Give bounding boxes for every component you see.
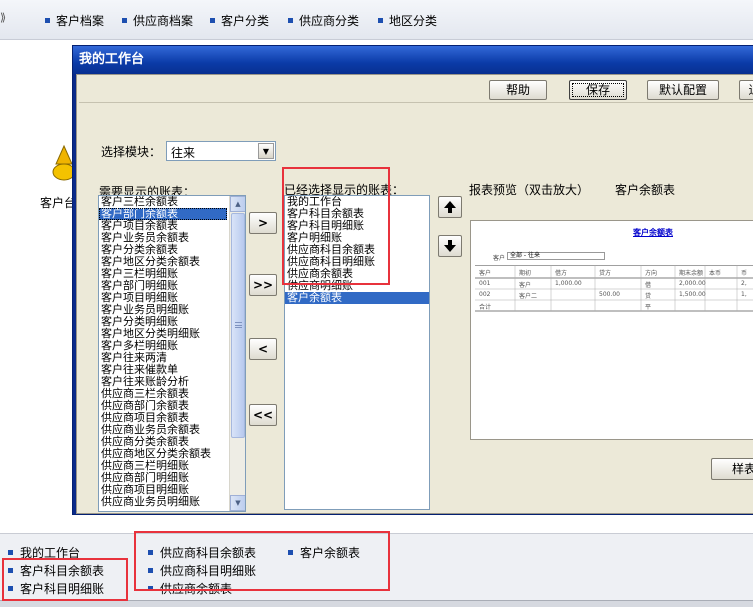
arrow-down-icon bbox=[444, 240, 456, 252]
bookmark-strip: 我的工作台 客户科目余额表 客户科目明细账 供应商科目余额表 供应商科目明细账 … bbox=[0, 533, 753, 607]
bookmark-supplier-subject-balance[interactable]: 供应商科目余额表 bbox=[148, 544, 256, 561]
preview-label: 报表预览（双击放大） bbox=[469, 183, 590, 197]
nav-customer-category[interactable]: 客户分类 bbox=[210, 12, 269, 29]
report-preview[interactable]: 客户余额表 客户 全部 - 往来 客户 期初 借方 贷方 方向 期末余额 本币 … bbox=[470, 220, 753, 440]
arrow-up-icon bbox=[444, 201, 456, 213]
desktop-icon-label: 客户台 bbox=[40, 196, 77, 210]
exit-button[interactable]: 退 bbox=[739, 80, 753, 100]
add-button[interactable]: > bbox=[249, 212, 277, 234]
nav-region-category[interactable]: 地区分类 bbox=[378, 12, 437, 29]
scroll-up-icon[interactable]: ▲ bbox=[230, 196, 245, 212]
preview-name: 客户余额表 bbox=[615, 183, 676, 197]
bookmark-workbench[interactable]: 我的工作台 bbox=[8, 544, 80, 561]
available-list-item[interactable]: 供应商业务员明细账 bbox=[99, 496, 227, 508]
remove-all-button[interactable]: << bbox=[249, 404, 277, 426]
preview-table-cell: 借 bbox=[645, 282, 652, 289]
help-button[interactable]: 帮助 bbox=[489, 80, 547, 100]
scroll-down-icon[interactable]: ▼ bbox=[230, 495, 245, 511]
preview-header-cell: 币 bbox=[741, 270, 748, 277]
preview-table-cell: 002 bbox=[479, 291, 491, 298]
scroll-thumb[interactable] bbox=[231, 213, 245, 438]
preview-table-cell: 客户 bbox=[519, 282, 532, 289]
selected-reports-list[interactable]: 我的工作台 客户科目余额表 客户科目明细账 客户明细账 供应商科目余额表 供应商科目明细账… bbox=[284, 195, 430, 510]
bullet-icon bbox=[122, 18, 127, 23]
bullet-icon bbox=[8, 568, 13, 573]
top-nav-bar: ⟫ 客户档案 供应商档案 客户分类 供应商分类 地区分类 bbox=[0, 0, 753, 40]
preview-header-cell: 本币 bbox=[709, 270, 722, 277]
scroll-left-icon[interactable]: ⟫ bbox=[0, 11, 6, 24]
preview-table-cell: 1,500.00 bbox=[679, 291, 706, 298]
nav-supplier-category[interactable]: 供应商分类 bbox=[288, 12, 359, 29]
preview-table-cell: 500.00 bbox=[599, 291, 620, 298]
bullet-icon bbox=[45, 18, 50, 23]
preview-table-cell: 贷 bbox=[645, 293, 652, 300]
workbench-dialog: 我的工作台 帮助 保存 默认配置 退 选择模块： 往来 ▼ 需要显示的账表： 已… bbox=[72, 45, 753, 515]
nav-supplier-archive[interactable]: 供应商档案 bbox=[122, 12, 193, 29]
available-list-scrollbar[interactable]: ▲ ▼ bbox=[229, 196, 245, 511]
bullet-icon bbox=[210, 18, 215, 23]
selected-list-item[interactable]: 客户余额表 bbox=[285, 292, 429, 304]
preview-table: 客户 期初 借方 贷方 方向 期末余额 本币 币 001 客户 1,000.00 借 2,000.00 2… bbox=[475, 265, 753, 317]
grip-icon bbox=[235, 322, 242, 328]
preview-table-cell: 001 bbox=[479, 280, 491, 287]
nav-customer-archive[interactable]: 客户档案 bbox=[45, 12, 104, 29]
preview-filter-label: 客户 bbox=[493, 255, 506, 262]
bullet-icon bbox=[148, 550, 153, 555]
preview-filter-value: 全部 - 往来 bbox=[507, 252, 605, 260]
preview-header-cell: 方向 bbox=[645, 270, 658, 277]
dialog-title: 我的工作台 bbox=[73, 46, 753, 74]
bookmark-supplier-subject-detail[interactable]: 供应商科目明细账 bbox=[148, 562, 256, 579]
preview-header-cell: 期初 bbox=[519, 270, 532, 277]
preview-header-cell: 期末余额 bbox=[679, 270, 704, 277]
remove-button[interactable]: < bbox=[249, 338, 277, 360]
move-up-button[interactable] bbox=[438, 196, 462, 218]
preview-table-cell: 2,000.00 bbox=[679, 280, 706, 287]
module-label: 选择模块： bbox=[101, 145, 162, 159]
preview-header-cell: 借方 bbox=[555, 270, 568, 277]
bullet-icon bbox=[148, 586, 153, 591]
bookmark-customer-balance[interactable]: 客户余额表 bbox=[288, 544, 360, 561]
bullet-icon bbox=[378, 18, 383, 23]
chevron-down-icon[interactable]: ▼ bbox=[258, 143, 274, 159]
bookmark-customer-subject-balance[interactable]: 客户科目余额表 bbox=[8, 562, 104, 579]
preview-table-cell: 1,000.00 bbox=[555, 280, 582, 287]
preview-table-cell: 2, bbox=[741, 280, 747, 287]
bookmark-supplier-balance[interactable]: 供应商余额表 bbox=[148, 580, 232, 597]
add-all-button[interactable]: >> bbox=[249, 274, 277, 296]
default-config-button[interactable]: 默认配置 bbox=[647, 80, 719, 100]
preview-table-cell: 合计 bbox=[479, 304, 492, 311]
bookmark-customer-subject-detail[interactable]: 客户科目明细账 bbox=[8, 580, 104, 597]
preview-table-cell: 客户二 bbox=[519, 293, 538, 300]
module-select-value: 往来 bbox=[171, 146, 196, 160]
bullet-icon bbox=[148, 568, 153, 573]
dialog-toolbar: 帮助 保存 默认配置 退 bbox=[79, 77, 753, 103]
bullet-icon bbox=[8, 550, 13, 555]
bullet-icon bbox=[8, 586, 13, 591]
preview-table-cell: 平 bbox=[645, 304, 652, 311]
move-down-button[interactable] bbox=[438, 235, 462, 257]
preview-header-cell: 客户 bbox=[479, 270, 492, 277]
preview-report-title: 客户余额表 bbox=[633, 228, 673, 237]
module-select[interactable]: 往来 ▼ bbox=[166, 141, 276, 161]
sample-button[interactable]: 样表 bbox=[711, 458, 753, 480]
available-reports-list[interactable]: 客户三栏余额表 客户部门余额表 客户项目余额表 客户业务员余额表 客户分类余额表 客户地区… bbox=[98, 195, 246, 512]
status-bar bbox=[0, 600, 753, 607]
bullet-icon bbox=[288, 550, 293, 555]
bullet-icon bbox=[288, 18, 293, 23]
dialog-body: 帮助 保存 默认配置 退 选择模块： 往来 ▼ 需要显示的账表： 已经选择显示的… bbox=[76, 74, 753, 514]
preview-header-cell: 贷方 bbox=[599, 270, 612, 277]
save-button[interactable]: 保存 bbox=[569, 80, 627, 100]
preview-table-cell: 1, bbox=[741, 291, 747, 298]
